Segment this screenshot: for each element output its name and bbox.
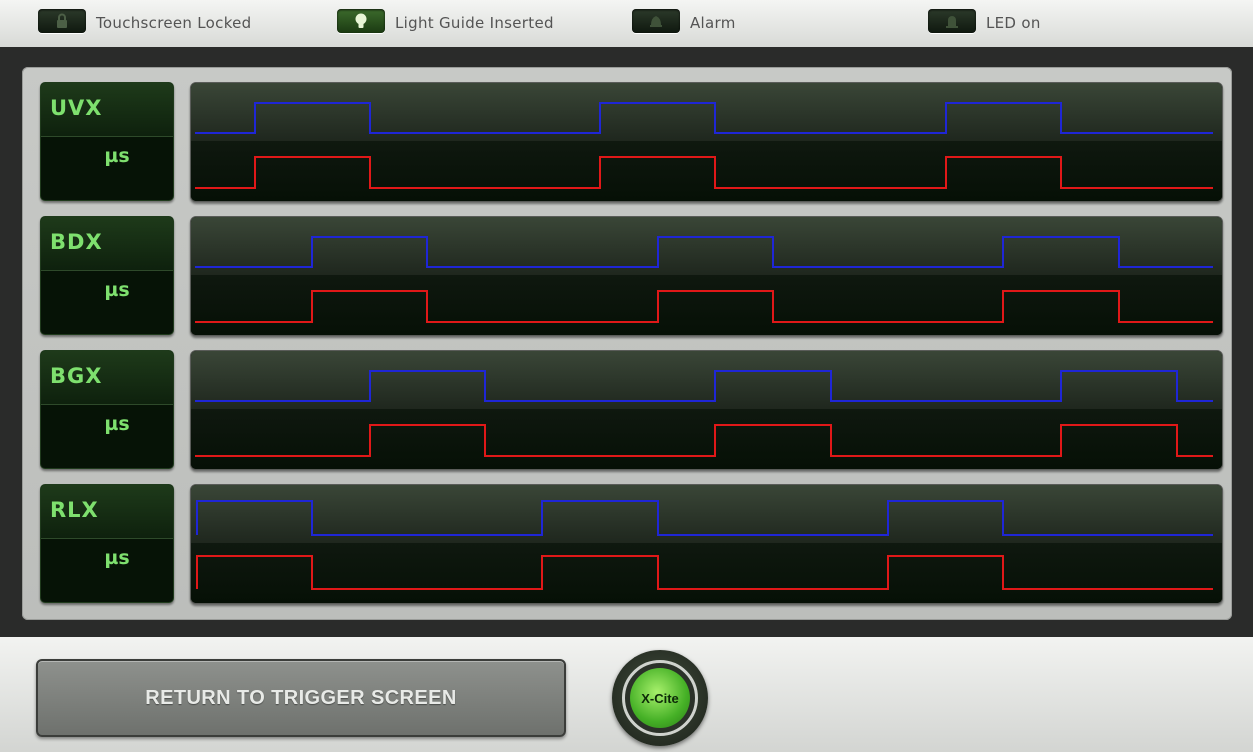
main-panel: UVX µs BDX µs BGX µs RLX µs [0, 47, 1253, 637]
channel-list: UVX µs BDX µs BGX µs RLX µs [22, 67, 1232, 620]
channel-name: RLX [50, 498, 99, 522]
xcite-logo-icon: X-Cite [630, 668, 690, 728]
channel-row-uvx: UVX µs [40, 82, 1223, 203]
return-button-label: RETURN TO TRIGGER SCREEN [145, 686, 457, 709]
channel-unit: µs [104, 413, 130, 435]
trace-bottom [195, 156, 1213, 189]
channel-name: BDX [50, 230, 103, 254]
trace-top [196, 500, 1213, 536]
channel-row-rlx: RLX µs [40, 484, 1223, 605]
waveform-traces [195, 102, 1213, 189]
indicator-label: Alarm [690, 14, 736, 32]
channel-name: UVX [50, 96, 103, 120]
indicator-label: Light Guide Inserted [395, 14, 554, 32]
led-icon [928, 9, 976, 33]
trace-bottom [196, 555, 1213, 590]
status-bar: Touchscreen Locked Light Guide Inserted … [0, 0, 1253, 47]
waveform-display[interactable] [190, 484, 1223, 604]
logo-label: X-Cite [641, 690, 679, 706]
alarm-bell-icon [632, 9, 680, 33]
bottom-bar: RETURN TO TRIGGER SCREEN X-Cite [0, 637, 1253, 752]
lightbulb-icon [337, 9, 385, 33]
waveform-display[interactable] [190, 350, 1223, 470]
waveform-traces [195, 236, 1213, 323]
waveform-traces [195, 370, 1213, 457]
trace-bottom [195, 290, 1213, 323]
waveform-traces [196, 500, 1213, 590]
channel-unit: µs [104, 547, 130, 569]
indicator-label: LED on [986, 14, 1041, 32]
trace-top [195, 236, 1213, 268]
channel-row-bgx: BGX µs [40, 350, 1223, 471]
channel-label-box[interactable]: RLX µs [40, 484, 174, 603]
waveform-display[interactable] [190, 82, 1223, 202]
return-to-trigger-screen-button[interactable]: RETURN TO TRIGGER SCREEN [36, 659, 566, 737]
trace-bottom [195, 424, 1213, 457]
padlock-icon [38, 9, 86, 33]
xcite-logo-button[interactable]: X-Cite [612, 650, 708, 746]
channel-label-box[interactable]: BGX µs [40, 350, 174, 469]
trace-top [195, 102, 1213, 134]
trace-top [195, 370, 1213, 402]
waveform-display[interactable] [190, 216, 1223, 336]
channel-label-box[interactable]: BDX µs [40, 216, 174, 335]
channel-unit: µs [104, 145, 130, 167]
channel-name: BGX [50, 364, 103, 388]
channel-row-bdx: BDX µs [40, 216, 1223, 337]
channel-label-box[interactable]: UVX µs [40, 82, 174, 201]
channel-unit: µs [104, 279, 130, 301]
indicator-label: Touchscreen Locked [96, 14, 252, 32]
